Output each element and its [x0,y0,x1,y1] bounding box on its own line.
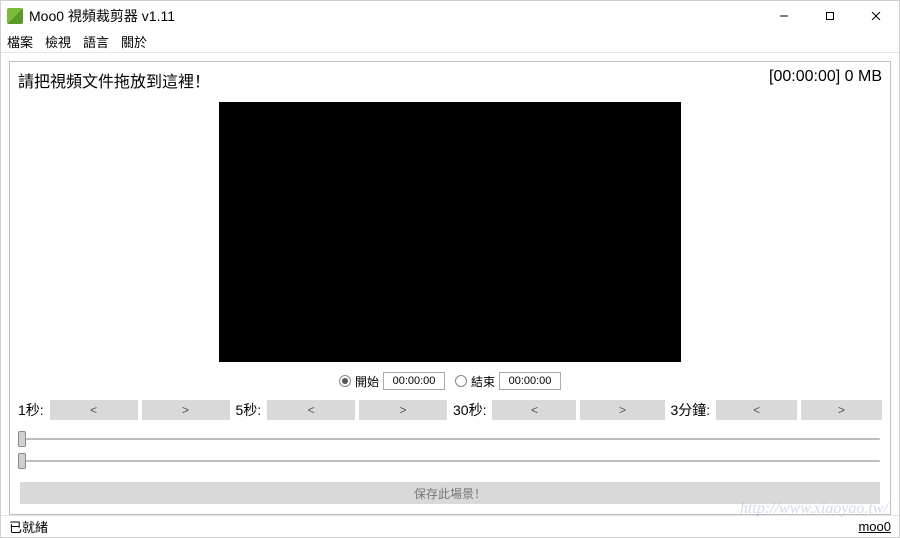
end-slider[interactable] [20,454,880,468]
panel-header: 請把視頻文件拖放到這裡！ [00:00:00] 0 MB [18,68,882,92]
duration-size-readout: [00:00:00] 0 MB [769,68,882,86]
slider-track [20,438,880,440]
start-time-group: 開始 [339,372,445,390]
app-icon [7,8,23,24]
start-label: 開始 [355,373,379,390]
step-5s-fwd-button[interactable]: > [359,400,447,420]
window-title: Moo0 視頻裁剪器 v1.11 [29,6,761,26]
slider-track [20,460,880,462]
video-preview-area [18,102,882,362]
menu-view[interactable]: 檢視 [45,32,71,51]
step-1s-label: 1秒: [18,400,44,420]
menu-about[interactable]: 關於 [121,32,147,51]
step-3m-group: 3分鐘: < > [671,400,883,420]
status-text: 已就緒 [9,517,48,536]
step-30s-group: 30秒: < > [453,400,665,420]
step-controls: 1秒: < > 5秒: < > 30秒: < > 3分鐘: < > [18,400,882,420]
slider-thumb[interactable] [18,431,26,447]
start-radio[interactable] [339,375,351,387]
start-time-input[interactable] [383,372,445,390]
step-3m-back-button[interactable]: < [716,400,797,420]
step-3m-label: 3分鐘: [671,400,711,420]
slider-thumb[interactable] [18,453,26,469]
menu-file[interactable]: 檔案 [7,32,33,51]
end-time-group: 結束 [455,372,561,390]
menu-language[interactable]: 語言 [83,32,109,51]
step-1s-back-button[interactable]: < [50,400,138,420]
step-30s-label: 30秒: [453,400,486,420]
step-1s-group: 1秒: < > [18,400,230,420]
maximize-button[interactable] [807,1,853,31]
main-panel: 請把視頻文件拖放到這裡！ [00:00:00] 0 MB 開始 結束 [9,61,891,515]
step-30s-fwd-button[interactable]: > [580,400,664,420]
end-radio[interactable] [455,375,467,387]
step-5s-back-button[interactable]: < [267,400,355,420]
time-controls: 開始 結束 [18,372,882,390]
end-slider-wrap [20,454,880,468]
titlebar: Moo0 視頻裁剪器 v1.11 [1,1,899,31]
start-slider-wrap [20,432,880,446]
step-5s-group: 5秒: < > [236,400,448,420]
content-area: 請把視頻文件拖放到這裡！ [00:00:00] 0 MB 開始 結束 [1,53,899,515]
menubar: 檔案 檢視 語言 關於 [1,31,899,53]
save-scene-button[interactable]: 保存此場景！ [20,482,880,504]
statusbar: 已就緒 moo0 [1,515,899,537]
video-preview[interactable] [219,102,681,362]
app-window: Moo0 視頻裁剪器 v1.11 檔案 檢視 語言 關於 請把視頻文件拖放到這裡… [0,0,900,538]
minimize-button[interactable] [761,1,807,31]
step-1s-fwd-button[interactable]: > [142,400,230,420]
step-3m-fwd-button[interactable]: > [801,400,882,420]
drop-hint: 請把視頻文件拖放到這裡！ [18,68,210,92]
step-5s-label: 5秒: [236,400,262,420]
window-controls [761,1,899,31]
close-button[interactable] [853,1,899,31]
start-slider[interactable] [20,432,880,446]
end-time-input[interactable] [499,372,561,390]
vendor-link[interactable]: moo0 [858,519,891,534]
step-30s-back-button[interactable]: < [492,400,576,420]
end-label: 結束 [471,373,495,390]
